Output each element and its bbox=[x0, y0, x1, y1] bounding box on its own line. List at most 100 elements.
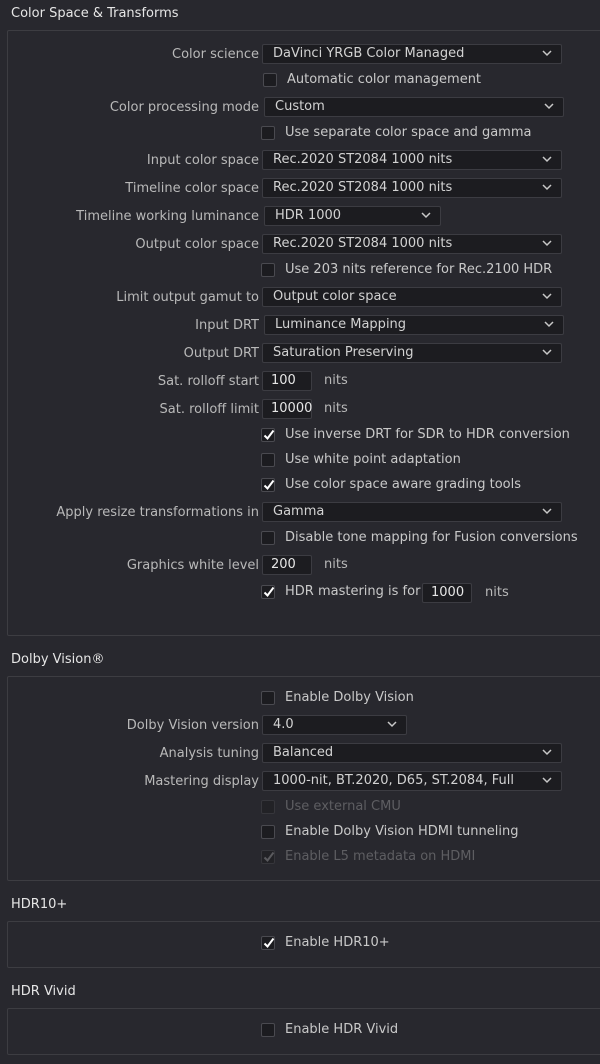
section-title-dolby-vision: Dolby Vision® bbox=[11, 652, 105, 667]
auto-color-checkbox[interactable] bbox=[263, 73, 277, 87]
auto-color-label: Automatic color management bbox=[287, 72, 482, 87]
output-cs-row: Output color space Rec.2020 ST2084 1000 … bbox=[8, 234, 600, 256]
l5-metadata-row: Enable L5 metadata on HDMI bbox=[8, 848, 600, 870]
inverse-drt-checkbox[interactable] bbox=[261, 428, 275, 442]
analysis-tuning-dropdown[interactable]: Balanced bbox=[262, 743, 562, 763]
disable-tone-checkbox[interactable] bbox=[261, 531, 275, 545]
hdr10plus-enable-row: Enable HDR10+ bbox=[8, 934, 600, 956]
checkmark-icon bbox=[263, 429, 275, 441]
dolby-version-value: 4.0 bbox=[273, 717, 294, 732]
separate-gamma-label: Use separate color space and gamma bbox=[285, 125, 532, 140]
processing-mode-row: Color processing mode Custom bbox=[8, 97, 600, 119]
input-cs-dropdown[interactable]: Rec.2020 ST2084 1000 nits bbox=[262, 150, 562, 170]
hdr-mastering-row: HDR mastering is for 1000 nits bbox=[8, 583, 600, 605]
mastering-display-dropdown[interactable]: 1000-nit, BT.2020, D65, ST.2084, Full bbox=[262, 771, 562, 791]
auto-color-row: Automatic color management bbox=[8, 71, 600, 93]
timeline-lum-value: HDR 1000 bbox=[275, 208, 342, 223]
gfx-white-label: Graphics white level bbox=[126, 558, 259, 573]
white-point-label: Use white point adaptation bbox=[285, 452, 461, 467]
checkmark-icon bbox=[263, 937, 275, 949]
analysis-tuning-value: Balanced bbox=[273, 745, 334, 760]
limit-gamut-value: Output color space bbox=[273, 289, 397, 304]
chevron-down-icon bbox=[544, 103, 554, 110]
color-science-dropdown[interactable]: DaVinci YRGB Color Managed bbox=[262, 44, 562, 64]
separate-gamma-checkbox[interactable] bbox=[261, 126, 275, 140]
chevron-down-icon bbox=[542, 156, 552, 163]
timeline-lum-row: Timeline working luminance HDR 1000 bbox=[8, 206, 600, 228]
output-cs-dropdown[interactable]: Rec.2020 ST2084 1000 nits bbox=[262, 234, 562, 254]
timeline-cs-dropdown[interactable]: Rec.2020 ST2084 1000 nits bbox=[262, 178, 562, 198]
external-cmu-row: Use external CMU bbox=[8, 798, 600, 820]
dolby-version-label: Dolby Vision version bbox=[126, 718, 259, 733]
chevron-down-icon bbox=[542, 349, 552, 356]
dolby-enable-checkbox[interactable] bbox=[261, 691, 275, 705]
checkmark-icon bbox=[263, 851, 275, 863]
output-drt-label: Output DRT bbox=[183, 346, 259, 361]
mastering-display-label: Mastering display bbox=[144, 774, 259, 789]
dolby-enable-row: Enable Dolby Vision bbox=[8, 689, 600, 711]
resize-dropdown[interactable]: Gamma bbox=[262, 502, 562, 522]
white-point-row: Use white point adaptation bbox=[8, 451, 600, 473]
mastering-display-row: Mastering display 1000-nit, BT.2020, D65… bbox=[8, 771, 600, 793]
white-point-checkbox[interactable] bbox=[261, 453, 275, 467]
color-space-panel: Color science DaVinci YRGB Color Managed… bbox=[7, 30, 600, 636]
sat-start-row: Sat. rolloff start 100 nits bbox=[8, 371, 600, 393]
output-drt-row: Output DRT Saturation Preserving bbox=[8, 343, 600, 365]
resize-row: Apply resize transformations in Gamma bbox=[8, 502, 600, 524]
inverse-drt-label: Use inverse DRT for SDR to HDR conversio… bbox=[285, 427, 570, 442]
external-cmu-label: Use external CMU bbox=[285, 799, 401, 814]
dolby-version-row: Dolby Vision version 4.0 bbox=[8, 715, 600, 737]
hdmi-tunnel-label: Enable Dolby Vision HDMI tunneling bbox=[285, 824, 519, 839]
limit-gamut-row: Limit output gamut to Output color space bbox=[8, 287, 600, 309]
processing-mode-value: Custom bbox=[275, 99, 325, 114]
chevron-down-icon bbox=[542, 50, 552, 57]
use-203-checkbox[interactable] bbox=[261, 263, 275, 277]
hdr10plus-enable-label: Enable HDR10+ bbox=[285, 935, 390, 950]
sat-limit-label: Sat. rolloff limit bbox=[159, 402, 259, 417]
sat-limit-input[interactable]: 10000 bbox=[262, 399, 312, 419]
disable-tone-row: Disable tone mapping for Fusion conversi… bbox=[8, 529, 600, 551]
hdmi-tunnel-checkbox[interactable] bbox=[261, 825, 275, 839]
dolby-version-dropdown[interactable]: 4.0 bbox=[262, 715, 407, 735]
output-cs-value: Rec.2020 ST2084 1000 nits bbox=[273, 236, 453, 251]
input-drt-row: Input DRT Luminance Mapping bbox=[8, 315, 600, 337]
sat-start-input[interactable]: 100 bbox=[262, 371, 312, 391]
hdr-vivid-enable-checkbox[interactable] bbox=[261, 1023, 275, 1037]
timeline-cs-label: Timeline color space bbox=[125, 181, 259, 196]
gfx-white-input[interactable]: 200 bbox=[262, 555, 312, 575]
section-title-hdr10plus: HDR10+ bbox=[11, 897, 68, 912]
hdr10plus-enable-checkbox[interactable] bbox=[261, 936, 275, 950]
input-drt-label: Input DRT bbox=[195, 318, 259, 333]
checkmark-icon bbox=[263, 586, 275, 598]
l5-metadata-label: Enable L5 metadata on HDMI bbox=[285, 849, 476, 864]
sat-start-unit: nits bbox=[324, 373, 348, 388]
hdr-mastering-checkbox[interactable] bbox=[261, 585, 275, 599]
chevron-down-icon bbox=[542, 508, 552, 515]
hdr-mastering-input[interactable]: 1000 bbox=[422, 583, 472, 603]
mastering-display-value: 1000-nit, BT.2020, D65, ST.2084, Full bbox=[273, 773, 514, 788]
timeline-lum-dropdown[interactable]: HDR 1000 bbox=[264, 206, 441, 226]
gfx-white-unit: nits bbox=[324, 557, 348, 572]
resize-value: Gamma bbox=[273, 504, 325, 519]
sat-start-label: Sat. rolloff start bbox=[157, 374, 259, 389]
color-science-label: Color science bbox=[172, 47, 259, 62]
input-cs-label: Input color space bbox=[146, 153, 259, 168]
input-cs-row: Input color space Rec.2020 ST2084 1000 n… bbox=[8, 150, 600, 172]
input-drt-dropdown[interactable]: Luminance Mapping bbox=[264, 315, 564, 335]
chevron-down-icon bbox=[421, 212, 431, 219]
cs-aware-checkbox[interactable] bbox=[261, 478, 275, 492]
chevron-down-icon bbox=[544, 321, 554, 328]
timeline-cs-row: Timeline color space Rec.2020 ST2084 100… bbox=[8, 178, 600, 200]
section-title-color-space: Color Space & Transforms bbox=[11, 6, 179, 21]
color-science-value: DaVinci YRGB Color Managed bbox=[273, 46, 465, 61]
separate-gamma-row: Use separate color space and gamma bbox=[8, 124, 600, 146]
limit-gamut-dropdown[interactable]: Output color space bbox=[262, 287, 562, 307]
input-cs-value: Rec.2020 ST2084 1000 nits bbox=[273, 152, 453, 167]
sat-limit-unit: nits bbox=[324, 401, 348, 416]
processing-mode-dropdown[interactable]: Custom bbox=[264, 97, 564, 117]
gfx-white-row: Graphics white level 200 nits bbox=[8, 555, 600, 577]
chevron-down-icon bbox=[387, 721, 397, 728]
color-science-row: Color science DaVinci YRGB Color Managed bbox=[8, 44, 600, 66]
hdmi-tunnel-row: Enable Dolby Vision HDMI tunneling bbox=[8, 823, 600, 845]
output-drt-dropdown[interactable]: Saturation Preserving bbox=[262, 343, 562, 363]
